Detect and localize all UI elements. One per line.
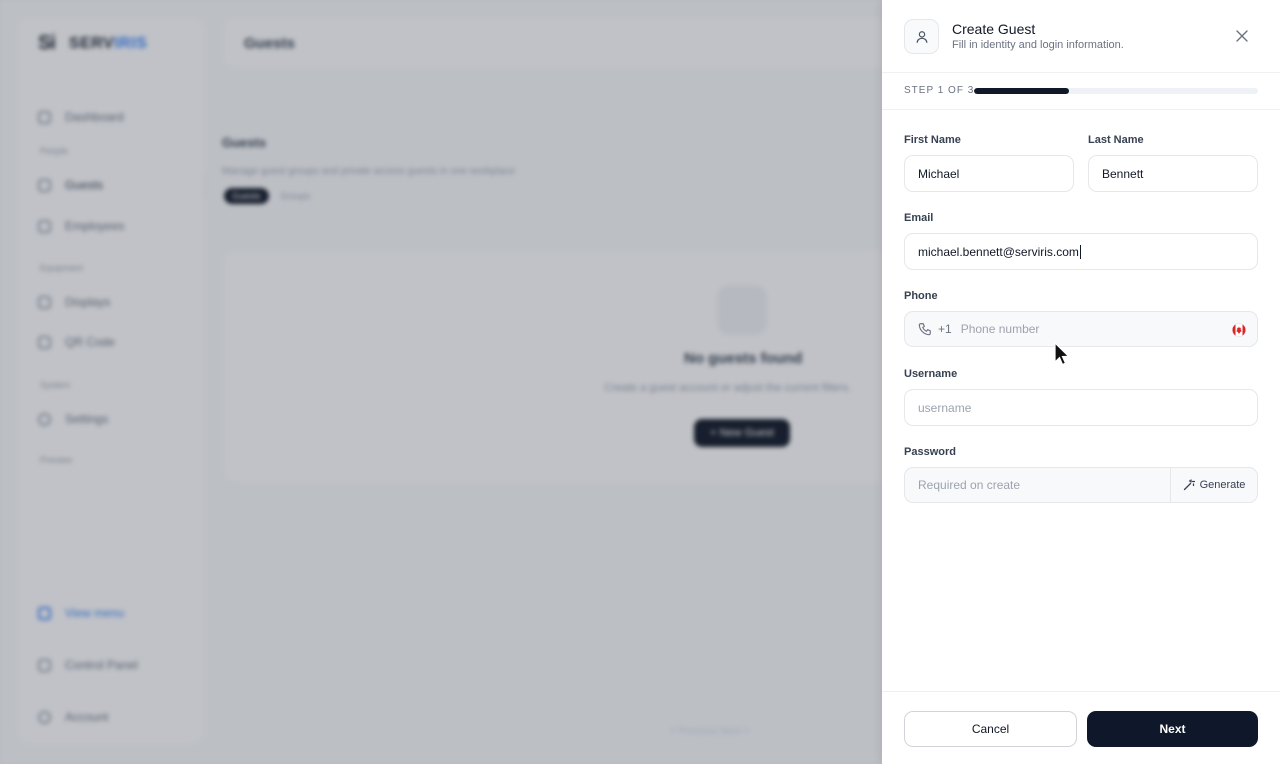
first-name-input[interactable]: Michael bbox=[904, 155, 1074, 192]
email-value: michael.bennett@serviris.com bbox=[918, 244, 1079, 259]
drawer-subtitle: Fill in identity and login information. bbox=[952, 39, 1124, 51]
password-label: Password bbox=[904, 446, 956, 458]
first-name-label: First Name bbox=[904, 134, 961, 146]
email-label: Email bbox=[904, 212, 934, 224]
drawer-title: Create Guest bbox=[952, 21, 1036, 37]
phone-placeholder: Phone number bbox=[960, 322, 1040, 336]
phone-country-code: +1 bbox=[938, 322, 952, 336]
mouse-cursor-icon bbox=[1054, 342, 1070, 366]
cancel-button[interactable]: Cancel bbox=[904, 711, 1077, 747]
drawer-header: Create Guest Fill in identity and login … bbox=[882, 0, 1280, 73]
email-input[interactable]: michael.bennett@serviris.com bbox=[904, 233, 1258, 270]
last-name-value: Bennett bbox=[1102, 166, 1144, 181]
generate-password-button[interactable]: Generate bbox=[1170, 468, 1257, 502]
create-guest-drawer: Create Guest Fill in identity and login … bbox=[882, 0, 1280, 764]
canada-flag-icon[interactable] bbox=[1231, 323, 1247, 337]
user-icon bbox=[904, 19, 939, 54]
progress-bar bbox=[974, 88, 1258, 94]
first-name-value: Michael bbox=[918, 166, 960, 181]
step-indicator: STEP 1 OF 3 bbox=[882, 73, 1280, 110]
text-caret bbox=[1079, 244, 1081, 259]
username-placeholder: username bbox=[918, 400, 972, 415]
step-label: STEP 1 OF 3 bbox=[904, 85, 975, 96]
drawer-footer: Cancel Next bbox=[882, 691, 1280, 764]
password-placeholder: Required on create bbox=[918, 478, 1021, 492]
progress-fill bbox=[974, 88, 1069, 94]
last-name-input[interactable]: Bennett bbox=[1088, 155, 1258, 192]
last-name-label: Last Name bbox=[1088, 134, 1144, 146]
phone-icon bbox=[918, 323, 931, 336]
username-label: Username bbox=[904, 368, 958, 380]
next-button[interactable]: Next bbox=[1087, 711, 1258, 747]
generate-label: Generate bbox=[1199, 479, 1246, 491]
username-input[interactable]: username bbox=[904, 389, 1258, 426]
password-input[interactable]: Required on create Generate bbox=[904, 467, 1258, 503]
close-button[interactable] bbox=[1232, 26, 1252, 46]
magic-wand-icon bbox=[1183, 479, 1195, 491]
close-icon bbox=[1236, 30, 1248, 42]
phone-input[interactable]: +1 Phone number bbox=[904, 311, 1258, 347]
phone-label: Phone bbox=[904, 290, 938, 302]
